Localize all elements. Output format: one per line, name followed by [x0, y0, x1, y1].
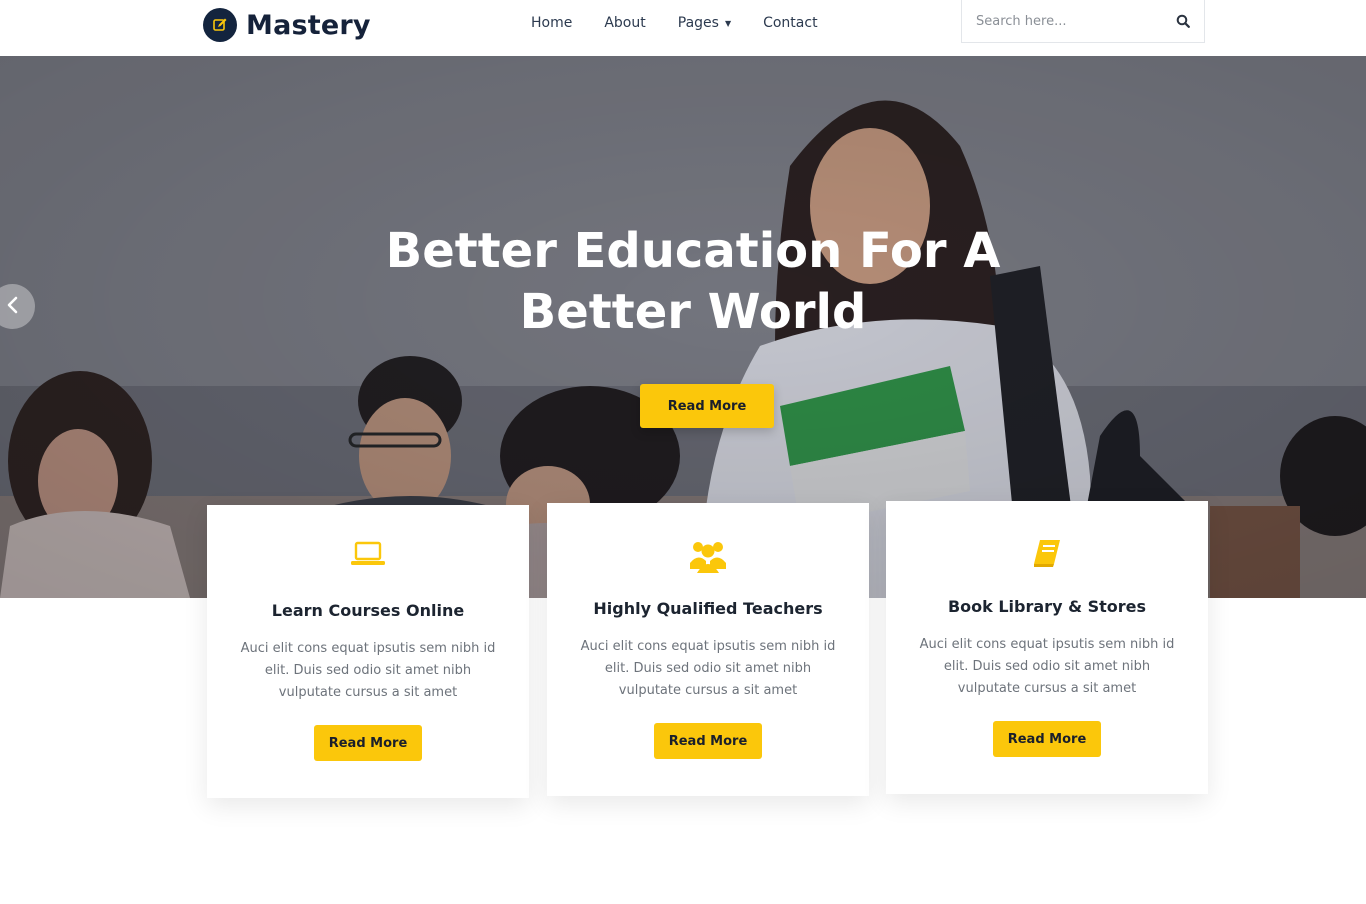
search-icon[interactable] — [1174, 12, 1192, 30]
card-read-more-button[interactable]: Read More — [654, 723, 762, 759]
nav-home[interactable]: Home — [531, 15, 572, 31]
edit-square-icon — [203, 8, 237, 42]
card-read-more-button[interactable]: Read More — [993, 721, 1101, 757]
chevron-left-icon — [6, 296, 20, 318]
card-description: Auci elit cons equat ipsutis sem nibh id… — [919, 637, 1175, 696]
feature-card-courses: Learn Courses Online Auci elit cons equa… — [207, 505, 529, 798]
feature-card-library: Book Library & Stores Auci elit cons equ… — [886, 501, 1208, 794]
feature-card-teachers: Highly Qualified Teachers Auci elit cons… — [547, 503, 869, 796]
card-title: Learn Courses Online — [271, 601, 465, 620]
nav-contact[interactable]: Contact — [763, 15, 817, 31]
brand-name: Mastery — [246, 9, 371, 41]
hero-title: Better Education For A Better World — [385, 223, 1001, 340]
laptop-icon — [207, 541, 529, 573]
card-description: Auci elit cons equat ipsutis sem nibh id… — [580, 639, 836, 698]
users-icon — [547, 539, 869, 573]
nav-contact-label: Contact — [763, 15, 818, 31]
nav-about[interactable]: About — [604, 15, 645, 31]
nav-pages-label: Pages — [677, 15, 719, 31]
hero-read-more-button[interactable]: Read More — [640, 384, 774, 428]
search-box — [961, 0, 1205, 43]
caret-down-icon: ▼ — [724, 18, 732, 28]
nav-home-label: Home — [531, 15, 573, 31]
card-title: Book Library & Stores — [947, 597, 1147, 616]
search-input[interactable] — [976, 13, 1174, 29]
site-header: Mastery Home About Pages ▼ Contact — [0, 0, 1366, 56]
main-nav: Home About Pages ▼ Contact — [531, 15, 818, 31]
nav-pages-dropdown[interactable]: Pages ▼ — [678, 15, 731, 31]
card-read-more-button[interactable]: Read More — [314, 725, 422, 761]
site-logo[interactable]: Mastery — [203, 8, 371, 42]
card-description: Auci elit cons equat ipsutis sem nibh id… — [240, 641, 496, 700]
nav-about-label: About — [604, 15, 646, 31]
card-title: Highly Qualified Teachers — [593, 599, 823, 618]
book-icon — [886, 537, 1208, 569]
